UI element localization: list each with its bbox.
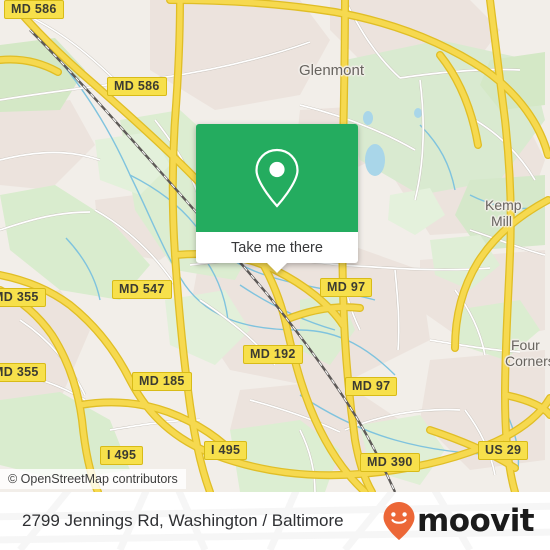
road-shield-md192[interactable]: MD 192 bbox=[243, 345, 303, 364]
road-shield-md97-south[interactable]: MD 97 bbox=[345, 377, 398, 396]
road-shield-md547[interactable]: MD 547 bbox=[112, 280, 172, 299]
road-shield-us29[interactable]: US 29 bbox=[478, 441, 529, 460]
address-label: 2799 Jennings Rd, Washington / Baltimore bbox=[22, 511, 344, 530]
popup-tail-pointer bbox=[266, 262, 288, 273]
map-canvas[interactable]: Glenmont Kemp Mill Four Corners MD 586 M… bbox=[0, 0, 550, 492]
map-pin-icon bbox=[255, 148, 299, 208]
take-me-there-button[interactable]: Take me there bbox=[231, 240, 323, 256]
popup-footer[interactable]: Take me there bbox=[196, 232, 358, 273]
road-shield-i495-west[interactable]: I 495 bbox=[100, 446, 144, 465]
map-popup-card[interactable]: Take me there bbox=[196, 124, 358, 273]
road-shield-md185[interactable]: MD 185 bbox=[132, 372, 192, 391]
road-shield-md97-north[interactable]: MD 97 bbox=[320, 278, 373, 297]
place-label-kemp: Kemp bbox=[485, 197, 522, 213]
road-shield-md390[interactable]: MD 390 bbox=[360, 453, 420, 472]
bottom-info-bar: 2799 Jennings Rd, Washington / Baltimore… bbox=[0, 492, 550, 550]
place-label-mill: Mill bbox=[491, 213, 512, 229]
moovit-wordmark: moovit bbox=[417, 502, 535, 539]
road-shield-md355-south[interactable]: MD 355 bbox=[0, 363, 46, 382]
place-label-four: Four bbox=[511, 337, 540, 353]
road-shield-md586[interactable]: MD 586 bbox=[107, 77, 167, 96]
moovit-pin-smiley-icon bbox=[383, 502, 415, 540]
osm-attribution[interactable]: © OpenStreetMap contributors bbox=[0, 469, 186, 489]
popup-pin-area bbox=[196, 124, 358, 232]
road-shield-md586-north[interactable]: MD 586 bbox=[4, 0, 64, 19]
road-shield-i495-east[interactable]: I 495 bbox=[204, 441, 248, 460]
road-shield-md355-north[interactable]: MD 355 bbox=[0, 288, 46, 307]
map-screenshot-root: Glenmont Kemp Mill Four Corners MD 586 M… bbox=[0, 0, 550, 550]
place-label-glenmont: Glenmont bbox=[299, 62, 365, 79]
place-label-corners: Corners bbox=[505, 353, 550, 369]
moovit-logo[interactable]: moovit bbox=[382, 501, 535, 541]
